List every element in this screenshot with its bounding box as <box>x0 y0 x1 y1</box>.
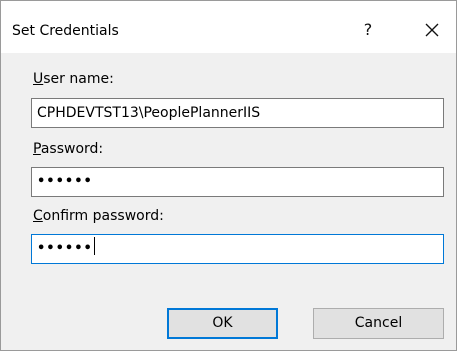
confirm-password-label-text: onfirm password: <box>42 208 164 224</box>
set-credentials-dialog: Set Credentials ? User name: CPHDEVTST13… <box>0 0 457 351</box>
confirm-password-label-accelerator: C <box>33 208 43 224</box>
username-label: User name: <box>33 71 114 87</box>
confirm-password-label: Confirm password: <box>33 208 164 224</box>
password-label-accelerator: P <box>33 141 41 157</box>
username-label-accelerator: U <box>33 71 44 87</box>
dialog-title: Set Credentials <box>12 23 119 39</box>
password-label-text: assword: <box>40 141 104 157</box>
confirm-password-value: •••••• <box>37 241 93 256</box>
cancel-button[interactable]: Cancel <box>313 308 444 339</box>
close-icon <box>425 23 439 37</box>
password-label: Password: <box>33 141 103 157</box>
username-label-text: ser name: <box>43 71 114 87</box>
title-bar: Set Credentials ? <box>1 1 456 53</box>
help-button[interactable]: ? <box>356 17 380 43</box>
password-field[interactable]: •••••• <box>31 167 444 197</box>
text-caret <box>93 237 95 255</box>
close-button[interactable] <box>419 17 445 43</box>
confirm-password-field[interactable]: •••••• <box>31 234 444 264</box>
ok-button[interactable]: OK <box>167 308 278 339</box>
username-field[interactable]: CPHDEVTST13\PeoplePlannerIIS <box>31 98 444 128</box>
